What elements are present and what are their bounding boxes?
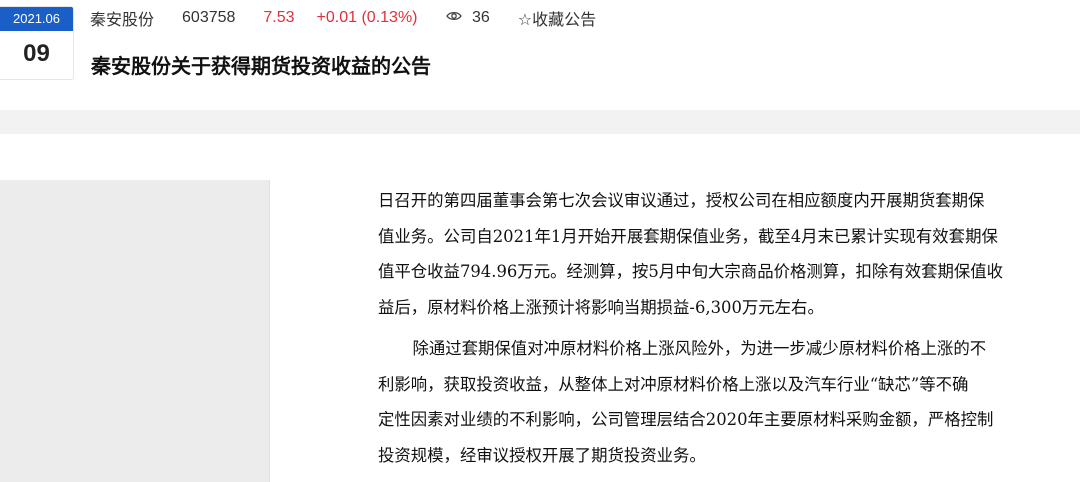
announcement-header: 2021.06 09 秦安股份 603758 7.53 +0.01 (0.13%… xyxy=(0,0,1080,110)
document-preview-panel xyxy=(0,180,270,482)
view-count: 36 xyxy=(445,9,490,27)
text-line: 利影响，获取投资收益，从整体上对冲原材料价格上涨以及汽车行业“缺芯”等不确 xyxy=(378,374,969,394)
announcement-body: 日召开的第四届董事会第七次会议审议通过，授权公司在相应额度内开展期货套期保 值业… xyxy=(378,183,1070,473)
text-line: 除通过套期保值对冲原材料价格上涨风险外，为进一步减少原材料价格上涨的不 xyxy=(412,339,987,358)
text-line: 定性因素对业绩的不利影响，公司管理层结合2020年主要原材料采购金额，严格控制 xyxy=(378,410,994,429)
text-line: 值平仓收益794.96万元。经测算，按5月中旬大宗商品价格测算，扣除有效套期保值… xyxy=(378,262,1004,281)
stock-meta-row: 秦安股份 603758 7.53 +0.01 (0.13%) 36 ☆收藏公告 xyxy=(90,6,596,30)
stock-change: +0.01 (0.13%) xyxy=(316,9,418,26)
text-line: 益后，原材料价格上涨预计将影响当期损益-6,300万元左右。 xyxy=(378,297,824,317)
view-count-value: 36 xyxy=(471,9,490,26)
stock-name-link[interactable]: 秦安股份 xyxy=(90,6,154,30)
stock-code: 603758 xyxy=(182,9,236,26)
paragraph-1: 日召开的第四届董事会第七次会议审议通过，授权公司在相应额度内开展期货套期保 值业… xyxy=(378,183,1070,325)
text-line: 值业务。公司自2021年1月开始开展套期保值业务，截至4月末已累计实现有效套期保 xyxy=(378,226,998,246)
page-title: 秦安股份关于获得期货投资收益的公告 xyxy=(91,56,431,78)
date-day: 09 xyxy=(23,40,50,67)
eye-icon xyxy=(445,11,462,21)
text-line: 投资规模，经审议授权开展了期货投资业务。 xyxy=(378,445,706,465)
favorite-button[interactable]: ☆收藏公告 xyxy=(518,6,596,30)
date-badge: 2021.06 09 xyxy=(0,6,74,80)
text-line: 日召开的第四届董事会第七次会议审议通过，授权公司在相应额度内开展期货套期保 xyxy=(378,191,985,210)
section-divider xyxy=(0,110,1080,134)
paragraph-2: 除通过套期保值对冲原材料价格上涨风险外，为进一步减少原材料价格上涨的不 利影响，… xyxy=(378,331,1070,473)
date-month: 2021.06 xyxy=(0,7,73,31)
stock-price: 7.53 xyxy=(263,9,295,26)
